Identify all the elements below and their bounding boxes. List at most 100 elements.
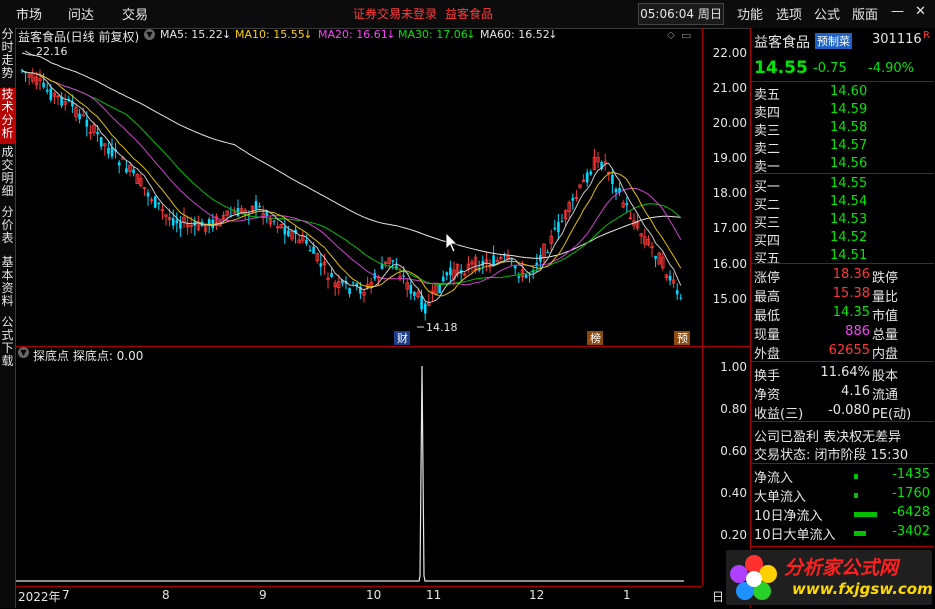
indicator-chart[interactable] bbox=[16, 346, 702, 586]
flow-bar bbox=[854, 512, 877, 517]
concept-badge[interactable]: 预制菜 bbox=[815, 33, 852, 49]
candle-body bbox=[330, 272, 333, 278]
down-arrow-icon: ↓ bbox=[386, 28, 396, 41]
candle-body bbox=[445, 272, 449, 276]
tab-trade-detail[interactable]: 成交明细 bbox=[0, 146, 15, 204]
bid-row[interactable]: 买四 14.52 bbox=[751, 230, 934, 249]
y-tick: 0.80 bbox=[720, 402, 747, 416]
candle-body bbox=[179, 222, 182, 229]
menu-trade[interactable]: 交易 bbox=[122, 4, 148, 23]
x-label: 11 bbox=[426, 588, 442, 602]
x-label: 12 bbox=[529, 588, 545, 602]
menu-formula[interactable]: 公式 bbox=[814, 4, 840, 23]
menu-layout[interactable]: 版面 bbox=[852, 4, 878, 23]
ma-legend-item[interactable]: MA10: 15.55 bbox=[235, 28, 305, 41]
y-tick: 19.00 bbox=[712, 151, 747, 165]
login-status-text[interactable]: 证券交易未登录 bbox=[353, 5, 437, 22]
logo-text: 分析家公式网 bbox=[784, 557, 899, 579]
bid-row[interactable]: 买三 14.53 bbox=[751, 212, 934, 231]
y-tick: 0.40 bbox=[720, 486, 747, 500]
minimize-icon[interactable]: — bbox=[891, 4, 904, 19]
stat-value: 4.16 bbox=[841, 384, 870, 399]
tab-intraday[interactable]: 分时走势 bbox=[0, 28, 15, 86]
fund-flow-row: 10日净流入 -6428 bbox=[751, 505, 934, 524]
stat-label-2: PE(动) bbox=[872, 407, 912, 422]
bid-label: 买五 bbox=[754, 252, 781, 267]
logo-url: www.fxjgsw.com bbox=[792, 580, 933, 598]
stat-label: 现量 bbox=[754, 328, 781, 343]
candle-body bbox=[157, 202, 161, 205]
bid-row[interactable]: 买一 14.55 bbox=[751, 176, 934, 195]
candle-body bbox=[679, 297, 683, 299]
flow-label: 10日大单流入 bbox=[754, 528, 836, 543]
tab-basic-info[interactable]: 基本资料 bbox=[0, 256, 15, 314]
left-tab-bar: 分时走势 技术分析 成交明细 分价表 基本资料 公式下载 bbox=[0, 28, 16, 608]
tab-technical[interactable]: 技术分析 bbox=[0, 88, 15, 144]
ask-row[interactable]: 卖四 14.59 bbox=[751, 102, 934, 121]
candle-body bbox=[308, 249, 312, 251]
stat-label-2: 内盘 bbox=[872, 347, 899, 362]
bid-label: 买四 bbox=[754, 234, 781, 249]
stat-row: 收益(三) -0.080 PE(动) bbox=[751, 403, 934, 422]
stat-row: 最高 15.38 量比 bbox=[751, 286, 934, 305]
ma-legend-item[interactable]: MA20: 16.61 bbox=[318, 28, 388, 41]
menu-function[interactable]: 功能 bbox=[737, 4, 763, 23]
candle-body bbox=[132, 169, 135, 174]
flower-logo-icon bbox=[730, 555, 777, 600]
candle-body bbox=[351, 282, 355, 284]
menu-wenda[interactable]: 问达 bbox=[68, 4, 94, 23]
x-label: 7 bbox=[62, 588, 70, 602]
x-label: 9 bbox=[259, 588, 267, 602]
diamond-icon[interactable]: ◇ bbox=[667, 30, 675, 41]
ask-row[interactable]: 卖三 14.58 bbox=[751, 120, 934, 139]
y-tick: 17.00 bbox=[712, 221, 747, 235]
stat-label: 外盘 bbox=[754, 347, 781, 362]
ask-row[interactable]: 卖一 14.56 bbox=[751, 156, 934, 175]
period-label[interactable]: 日 bbox=[712, 588, 724, 605]
candle-body bbox=[614, 188, 618, 193]
indicator-menu-icon[interactable]: ▼ bbox=[18, 347, 29, 358]
stat-value: 62655 bbox=[828, 343, 870, 358]
candle-body bbox=[107, 147, 110, 154]
ask-row[interactable]: 卖五 14.60 bbox=[751, 84, 934, 103]
tab-price-table[interactable]: 分价表 bbox=[0, 206, 15, 252]
candle-body bbox=[585, 172, 589, 183]
ma-legend-item[interactable]: MA5: 15.22 bbox=[160, 28, 223, 41]
ask-price: 14.59 bbox=[830, 102, 868, 117]
bid-row[interactable]: 买二 14.54 bbox=[751, 194, 934, 213]
ask-row[interactable]: 卖二 14.57 bbox=[751, 138, 934, 157]
candle-body bbox=[283, 226, 287, 235]
x-label: 2022年 bbox=[18, 590, 61, 604]
chevron-down-icon[interactable]: ▼ bbox=[144, 29, 155, 40]
close-icon[interactable]: ✕ bbox=[915, 4, 926, 19]
candle-body bbox=[510, 259, 513, 261]
menu-market[interactable]: 市场 bbox=[16, 4, 42, 23]
fund-flow-row: 10日大单流入 -3402 bbox=[751, 524, 934, 543]
ma-legend-item[interactable]: MA60: 16.52 bbox=[480, 28, 550, 41]
clock-display: 05:06:04 周日 bbox=[638, 3, 724, 25]
candle-body bbox=[49, 88, 53, 100]
candle-body bbox=[175, 220, 179, 224]
stat-value: 11.64% bbox=[820, 365, 870, 380]
candle-body bbox=[524, 274, 528, 278]
menu-options[interactable]: 选项 bbox=[776, 4, 802, 23]
kline-chart[interactable]: 22.16 14.18 财 榜 预 bbox=[16, 28, 702, 346]
ma-legend-item[interactable]: MA30: 17.06 bbox=[398, 28, 468, 41]
candle-body bbox=[611, 174, 614, 184]
flow-value: -1435 bbox=[892, 467, 930, 482]
rank-marker-label: 榜 bbox=[590, 331, 601, 345]
y-tick: 18.00 bbox=[712, 186, 747, 200]
bid-price: 14.52 bbox=[830, 230, 868, 245]
y-tick: 0.60 bbox=[720, 444, 747, 458]
indicator-title: 探底点 探底点: 0.00 bbox=[33, 349, 144, 363]
low-price-label: 14.18 bbox=[426, 321, 458, 334]
x-label: 10 bbox=[366, 588, 382, 602]
candle-body bbox=[265, 211, 269, 216]
bid-label: 买一 bbox=[754, 180, 781, 195]
site-logo: 分析家公式网 www.fxjgsw.com bbox=[726, 550, 933, 605]
candle-body bbox=[171, 218, 175, 226]
tab-formula-download[interactable]: 公式下载 bbox=[0, 316, 15, 376]
down-arrow-icon: ↓ bbox=[222, 28, 232, 41]
expand-icon[interactable]: ▭ bbox=[681, 29, 691, 42]
finance-marker-label: 财 bbox=[397, 331, 408, 345]
